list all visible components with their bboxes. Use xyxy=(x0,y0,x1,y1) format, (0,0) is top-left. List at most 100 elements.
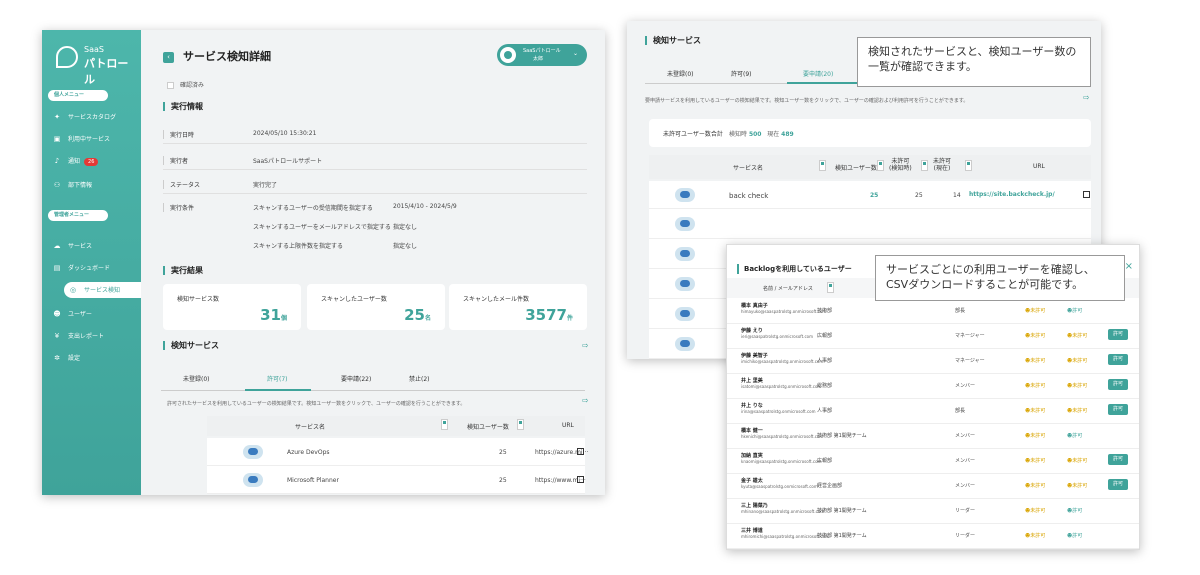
cond-name: スキャンするユーザーの受信期間を指定する xyxy=(253,205,373,212)
service-url-link[interactable]: https://site.backcheck.jp/ xyxy=(969,191,1055,198)
sidebar-item-0[interactable]: ✦ サービスカタログ xyxy=(52,109,138,125)
status-detect: ☻未許可 xyxy=(1025,357,1045,364)
user-role: メンバー xyxy=(955,458,976,464)
tab-3[interactable]: 禁止(2) xyxy=(409,374,430,383)
user-row: 伊藤 美智子 imichiko@saaspatrolstg.onmicrosoft… xyxy=(727,349,1139,374)
user-name: 加納 直実 xyxy=(741,453,763,459)
divider xyxy=(163,143,587,144)
summary-values: 検知時 500 現在 489 xyxy=(729,129,794,138)
user-menu[interactable]: SaaSパトロール 太郎 ⌄ xyxy=(497,44,587,66)
rcol-user-count: 検知ユーザー数 xyxy=(835,165,877,172)
page-title: サービス検知詳細 xyxy=(183,50,271,63)
exec-info-title: 実行情報 xyxy=(163,102,203,111)
sort-icon[interactable] xyxy=(441,419,448,430)
rtab-1[interactable]: 許可(9) xyxy=(731,69,752,78)
user-name: 伊藤 美智子 xyxy=(741,353,768,359)
sidebar-item-label: サービス xyxy=(68,243,93,250)
sidebar-item-2[interactable]: ♪ 通知 26 xyxy=(52,153,138,169)
sidebar-item-1[interactable]: ▣ 利用中サービス xyxy=(52,131,138,147)
external-link-icon[interactable] xyxy=(577,448,584,455)
chevron-down-icon: ⌄ xyxy=(573,50,579,57)
external-link-icon[interactable] xyxy=(1083,191,1090,198)
permit-button[interactable]: 許可 xyxy=(1108,454,1128,465)
external-link-icon[interactable] xyxy=(577,476,584,483)
user-email: hkenichi@saaspatrolstg.onmicrosoft.com xyxy=(741,434,824,439)
sort-icon[interactable] xyxy=(819,160,826,171)
user-row: 三井 博道 mhiromichi@saaspatrolstg.onmicrosof… xyxy=(727,524,1139,549)
permit-button[interactable]: 許可 xyxy=(1108,329,1128,340)
stat-unit: 件 xyxy=(566,315,573,322)
sort-icon[interactable] xyxy=(965,160,972,171)
close-icon[interactable]: × xyxy=(1125,261,1133,272)
status-now: ☻未許可 xyxy=(1067,457,1087,464)
service-icon: ☁ xyxy=(53,242,61,250)
user-count[interactable]: 25 xyxy=(499,477,507,484)
permit-button[interactable]: 許可 xyxy=(1108,479,1128,490)
table-row[interactable]: Microsoft Planner 25 https://www.mi··· xyxy=(207,466,586,494)
tab-0[interactable]: 未登録(0) xyxy=(183,374,210,383)
col-service-name: サービス名 xyxy=(295,424,326,431)
rtab-0[interactable]: 未登録(0) xyxy=(667,69,694,78)
sort-icon[interactable] xyxy=(517,419,524,430)
cloud-icon xyxy=(675,188,695,202)
confirmed-checkbox[interactable]: 確認済み xyxy=(167,80,204,89)
user-role: リーダー xyxy=(955,508,976,514)
sidebar-item-label: ユーザー xyxy=(68,311,92,318)
user-email: irina@saaspatrolstg.onmicrosoft.com xyxy=(741,409,816,414)
sidebar-item-label: サービスカタログ xyxy=(68,114,117,121)
user-role: メンバー xyxy=(955,383,976,389)
sort-icon[interactable] xyxy=(921,160,928,171)
table-row[interactable]: Azure DevOps 25 https://azure.mi··· xyxy=(207,438,588,466)
sidebar-item-5[interactable]: ▤ ダッシュボード xyxy=(52,260,138,276)
app-logo[interactable]: SaaS パトロール xyxy=(56,44,136,86)
permit-button[interactable]: 許可 xyxy=(1108,404,1128,415)
dashboard-icon: ▤ xyxy=(53,264,61,272)
back-button[interactable]: ‹ xyxy=(163,52,174,63)
in-use-icon: ▣ xyxy=(53,135,61,143)
sort-icon[interactable] xyxy=(827,282,834,293)
user-department: 技術部 xyxy=(817,308,833,314)
export-icon[interactable]: ⇨ xyxy=(582,341,592,351)
sidebar-item-4[interactable]: ☁ サービス xyxy=(52,238,138,254)
status-detect-label: 未許可 xyxy=(1030,533,1046,539)
user-row: 橋本 真由子 himayuko@saaspatrolstg.onmicrosoft… xyxy=(727,299,1139,324)
user-count-link[interactable]: 25 xyxy=(870,192,878,199)
user-sub: 太郎 xyxy=(533,56,544,62)
cloud-icon xyxy=(675,337,695,351)
tab-2[interactable]: 要申請(22) xyxy=(341,374,371,383)
service-name: Microsoft Planner xyxy=(287,477,339,484)
user-row: 橋本 健一 hkenichi@saaspatrolstg.onmicrosoft.… xyxy=(727,424,1139,449)
sidebar-item-6[interactable]: ◎ サービス検知 xyxy=(64,282,141,298)
stat-card: スキャンしたメール件数 3577件 xyxy=(449,284,587,330)
sidebar-item-9[interactable]: ✲ 設定 xyxy=(52,350,138,366)
sidebar-item-7[interactable]: ☻ ユーザー xyxy=(52,306,138,322)
export-csv-icon[interactable]: ⇨ xyxy=(582,396,592,406)
table-row[interactable]: back check 25 25 14 https://site.backche… xyxy=(649,181,1091,209)
detected-title: 検知サービス xyxy=(163,341,219,350)
user-count[interactable]: 25 xyxy=(499,449,507,456)
sidebar-item-3[interactable]: ⚇ 部下情報 xyxy=(52,177,138,193)
user-role: メンバー xyxy=(955,483,976,489)
checkbox-box[interactable] xyxy=(167,82,174,89)
user-department: 人事部 xyxy=(817,358,833,364)
user-department: 広報部 xyxy=(817,333,833,339)
user-name: 井上 りな xyxy=(741,403,763,409)
col-name-email: 名前 / メールアドレス xyxy=(763,286,813,292)
exec-label: 実行日時 xyxy=(163,130,194,139)
table-row[interactable] xyxy=(649,209,1091,239)
rback-export-csv-icon[interactable]: ⇨ xyxy=(1083,93,1093,103)
rback-active-tab-underline xyxy=(787,82,857,84)
sort-icon[interactable] xyxy=(877,160,884,171)
permit-button[interactable]: 許可 xyxy=(1108,354,1128,365)
unp-now-value: 14 xyxy=(953,192,961,199)
tab-1[interactable]: 許可(7) xyxy=(267,374,288,383)
sidebar-item-8[interactable]: ¥ 支出レポート xyxy=(52,328,138,344)
exec-label: ステータス xyxy=(163,180,200,189)
status-detect: ☻未許可 xyxy=(1025,432,1045,439)
user-role: 部長 xyxy=(955,408,966,414)
user-department: 技術部 第1開発チーム xyxy=(817,508,867,514)
user-department: 人事部 xyxy=(817,408,833,414)
rtab-2[interactable]: 要申請(20) xyxy=(803,69,833,78)
permit-button[interactable]: 許可 xyxy=(1108,379,1128,390)
user-row: 伊藤 えり ieri@saaspatrolstg.onmicrosoft.com 広… xyxy=(727,324,1139,349)
